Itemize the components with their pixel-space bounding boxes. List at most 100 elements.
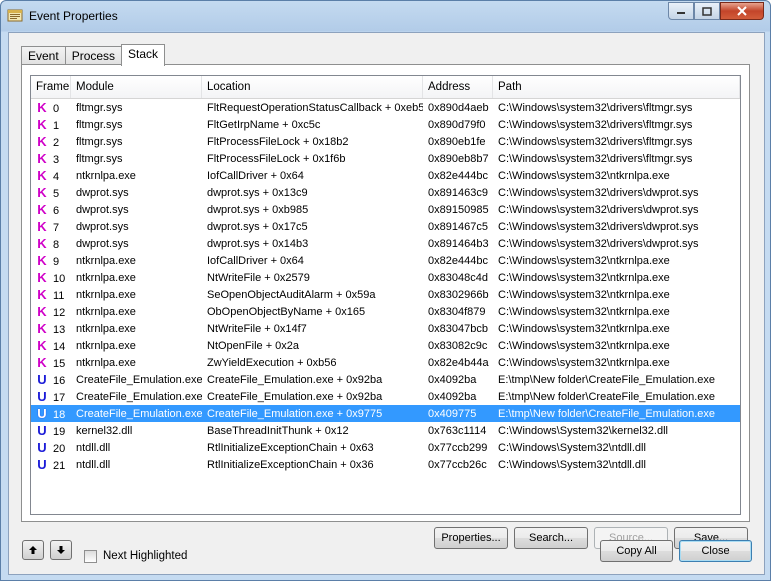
stack-row[interactable]: K 4 ntkrnlpa.exe IofCallDriver + 0x64 0x82e4… bbox=[31, 167, 740, 184]
location-cell: BaseThreadInitThunk + 0x12 bbox=[207, 424, 349, 437]
stack-row[interactable]: K 14 ntkrnlpa.exe NtOpenFile + 0x2a 0x83082c… bbox=[31, 337, 740, 354]
maximize-icon bbox=[702, 6, 712, 16]
column-header-location[interactable]: Location bbox=[202, 76, 423, 98]
stack-row[interactable]: K 8 dwprot.sys dwprot.sys + 0x14b3 0x891464b… bbox=[31, 235, 740, 252]
stack-row[interactable]: K 2 fltmgr.sys FltProcessFileLock + 0x18b2 0… bbox=[31, 133, 740, 150]
stack-row[interactable]: K 7 dwprot.sys dwprot.sys + 0x17c5 0x891467c… bbox=[31, 218, 740, 235]
module-cell: ntkrnlpa.exe bbox=[76, 254, 136, 267]
module-cell: fltmgr.sys bbox=[76, 135, 123, 148]
frame-cell: U 17 bbox=[31, 389, 71, 404]
kernel-frame-icon: K bbox=[37, 355, 47, 370]
stack-row[interactable]: K 6 dwprot.sys dwprot.sys + 0xb985 0x8915098… bbox=[31, 201, 740, 218]
column-header-address[interactable]: Address bbox=[423, 76, 493, 98]
stack-row[interactable]: K 9 ntkrnlpa.exe IofCallDriver + 0x64 0x82e4… bbox=[31, 252, 740, 269]
user-frame-icon: U bbox=[37, 406, 47, 421]
title-bar[interactable]: Event Properties bbox=[1, 1, 770, 32]
column-header-frame[interactable]: Frame bbox=[31, 76, 71, 98]
close-icon bbox=[737, 6, 747, 16]
path-cell: C:\Windows\system32\ntkrnlpa.exe bbox=[498, 288, 670, 301]
location-cell: FltRequestOperationStatusCallback + 0xeb… bbox=[207, 101, 423, 114]
search-button[interactable]: Search... bbox=[514, 527, 588, 549]
module-cell: ntdll.dll bbox=[76, 441, 111, 454]
frame-number: 14 bbox=[53, 341, 66, 353]
window-title: Event Properties bbox=[29, 9, 118, 23]
user-frame-icon: U bbox=[37, 389, 47, 404]
kernel-frame-icon: K bbox=[37, 151, 47, 166]
address-cell: 0x82e444bc bbox=[428, 169, 488, 182]
frame-number: 3 bbox=[53, 154, 60, 166]
tab-process[interactable]: Process bbox=[64, 46, 123, 65]
path-cell: C:\Windows\system32\drivers\fltmgr.sys bbox=[498, 152, 693, 165]
stack-row[interactable]: K 12 ntkrnlpa.exe ObOpenObjectByName + 0x16… bbox=[31, 303, 740, 320]
kernel-frame-icon: K bbox=[37, 100, 47, 115]
module-cell: CreateFile_Emulation.exe bbox=[76, 390, 202, 403]
address-cell: 0x82e444bc bbox=[428, 254, 488, 267]
stack-row[interactable]: U 19 kernel32.dll BaseThreadInitThunk + 0x1… bbox=[31, 422, 740, 439]
stack-row[interactable]: U 16 CreateFile_Emulation.exe CreateFile_Em… bbox=[31, 371, 740, 388]
frame-cell: K9 bbox=[31, 253, 71, 268]
address-cell: 0x890d4aeb bbox=[428, 101, 489, 114]
path-cell: C:\Windows\system32\ntkrnlpa.exe bbox=[498, 339, 670, 352]
path-cell: C:\Windows\System32\kernel32.dll bbox=[498, 424, 668, 437]
next-highlighted-button[interactable] bbox=[50, 540, 72, 560]
frame-number: 18 bbox=[53, 409, 66, 421]
stack-row[interactable]: K 3 fltmgr.sys FltProcessFileLock + 0x1f6b 0… bbox=[31, 150, 740, 167]
stack-row[interactable]: K 0 fltmgr.sys FltRequestOperationStatusCal… bbox=[31, 99, 740, 116]
address-cell: 0x4092ba bbox=[428, 373, 477, 386]
stack-row[interactable]: K 11 ntkrnlpa.exe SeOpenObjectAuditAlarm + … bbox=[31, 286, 740, 303]
next-highlighted-checkbox[interactable] bbox=[84, 550, 97, 563]
module-cell: ntkrnlpa.exe bbox=[76, 169, 136, 182]
close-button[interactable]: Close bbox=[679, 540, 752, 562]
tab-event[interactable]: Event bbox=[21, 46, 66, 65]
stack-row[interactable]: K 15 ntkrnlpa.exe ZwYieldExecution + 0xb56 0… bbox=[31, 354, 740, 371]
module-cell: ntkrnlpa.exe bbox=[76, 305, 136, 318]
address-cell: 0x8302966b bbox=[428, 288, 489, 301]
module-cell: ntdll.dll bbox=[76, 458, 111, 471]
stack-row[interactable]: U 18 CreateFile_Emulation.exe CreateFile_Em… bbox=[31, 405, 740, 422]
frame-cell: K6 bbox=[31, 202, 71, 217]
frame-number: 8 bbox=[53, 239, 60, 251]
stack-row[interactable]: K 1 fltmgr.sys FltGetIrpName + 0xc5c 0x890d7… bbox=[31, 116, 740, 133]
frame-number: 1 bbox=[53, 120, 60, 132]
close-window-button[interactable] bbox=[720, 2, 764, 20]
address-cell: 0x8304f879 bbox=[428, 305, 486, 318]
module-cell: CreateFile_Emulation.exe bbox=[76, 407, 202, 420]
tab-stack[interactable]: Stack bbox=[121, 44, 166, 66]
stack-row[interactable]: K 13 ntkrnlpa.exe NtWriteFile + 0x14f7 0x830… bbox=[31, 320, 740, 337]
maximize-button[interactable] bbox=[694, 2, 720, 20]
kernel-frame-icon: K bbox=[37, 134, 47, 149]
frame-number: 4 bbox=[53, 171, 60, 183]
properties-button[interactable]: Properties... bbox=[434, 527, 508, 549]
window-app-icon bbox=[7, 9, 23, 22]
stack-list[interactable]: Frame Module Location Address Path K 0 flt… bbox=[30, 75, 741, 515]
address-cell: 0x891463c9 bbox=[428, 186, 488, 199]
frame-number: 10 bbox=[53, 273, 66, 285]
stack-row[interactable]: U 20 ntdll.dll RtlInitializeExceptionChain … bbox=[31, 439, 740, 456]
kernel-frame-icon: K bbox=[37, 185, 47, 200]
copy-all-button[interactable]: Copy All bbox=[600, 540, 673, 562]
stack-row[interactable]: K 5 dwprot.sys dwprot.sys + 0x13c9 0x891463c… bbox=[31, 184, 740, 201]
column-header-module[interactable]: Module bbox=[71, 76, 202, 98]
address-cell: 0x4092ba bbox=[428, 390, 477, 403]
frame-number: 21 bbox=[53, 460, 66, 472]
event-properties-window: Event Properties Event Process Stack Fra… bbox=[0, 0, 771, 581]
frame-cell: K 13 bbox=[31, 321, 71, 336]
address-cell: 0x890eb1fe bbox=[428, 135, 486, 148]
frame-cell: K 11 bbox=[31, 287, 71, 302]
kernel-frame-icon: K bbox=[37, 219, 47, 234]
module-cell: fltmgr.sys bbox=[76, 118, 123, 131]
column-header-path[interactable]: Path bbox=[493, 76, 740, 98]
stack-list-rows: K 0 fltmgr.sys FltRequestOperationStatusCal… bbox=[31, 99, 740, 473]
stack-row[interactable]: U 17 CreateFile_Emulation.exe CreateFile_Em… bbox=[31, 388, 740, 405]
previous-highlighted-button[interactable] bbox=[22, 540, 44, 560]
frame-cell: U 19 bbox=[31, 423, 71, 438]
address-cell: 0x763c1114 bbox=[428, 424, 487, 437]
stack-row[interactable]: K 10 ntkrnlpa.exe NtWriteFile + 0x2579 0x830… bbox=[31, 269, 740, 286]
user-frame-icon: U bbox=[37, 457, 47, 472]
minimize-button[interactable] bbox=[668, 2, 694, 20]
location-cell: ZwYieldExecution + 0xb56 bbox=[207, 356, 337, 369]
stack-row[interactable]: U 21 ntdll.dll RtlInitializeExceptionChain … bbox=[31, 456, 740, 473]
path-cell: C:\Windows\system32\drivers\dwprot.sys bbox=[498, 237, 699, 250]
frame-number: 16 bbox=[53, 375, 66, 387]
frame-number: 11 bbox=[53, 290, 65, 302]
